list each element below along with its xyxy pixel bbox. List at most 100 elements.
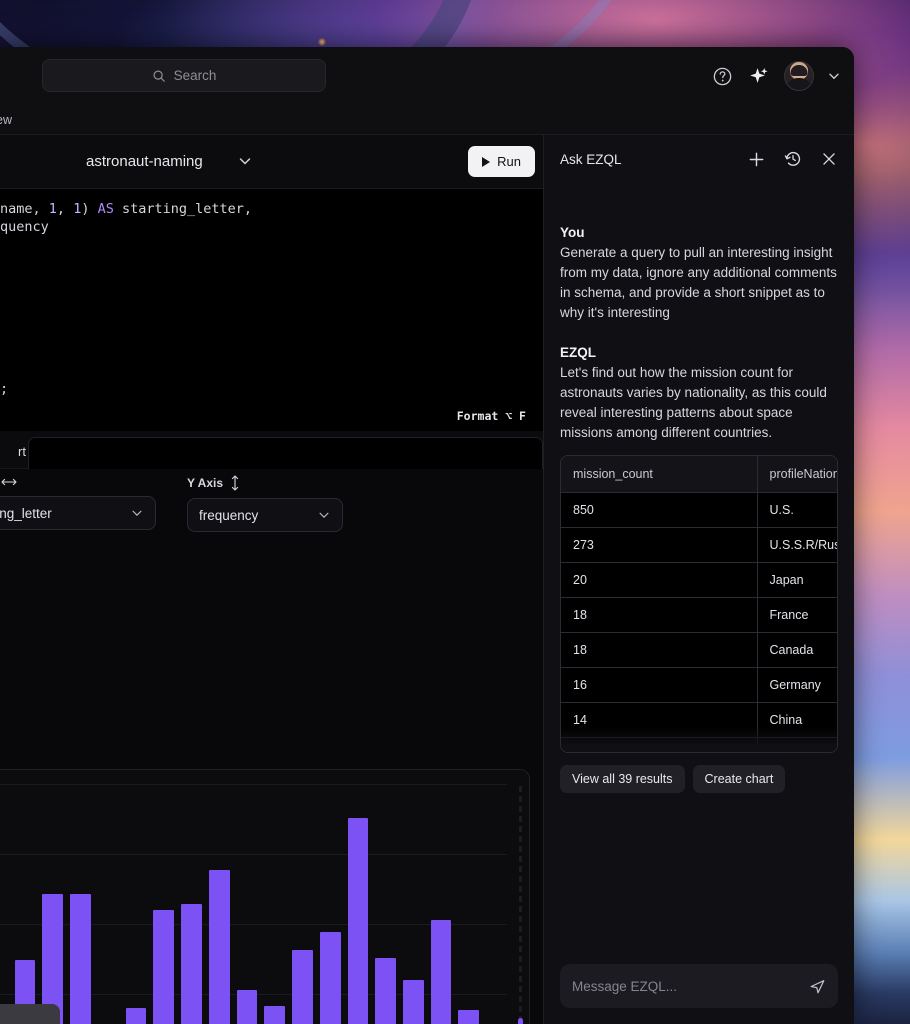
search-input[interactable]: Search bbox=[42, 59, 326, 92]
run-button[interactable]: Run bbox=[468, 146, 535, 177]
document-chevron-down-icon[interactable] bbox=[237, 153, 253, 169]
bar-column[interactable] bbox=[320, 784, 341, 1024]
table-row[interactable]: 18France bbox=[561, 598, 838, 633]
bar[interactable] bbox=[431, 920, 452, 1024]
cell-mission-count: 14 bbox=[561, 703, 757, 738]
bar[interactable] bbox=[70, 894, 91, 1024]
send-icon[interactable] bbox=[809, 978, 826, 995]
table-row[interactable]: 12Italy bbox=[561, 738, 838, 754]
table-row[interactable]: 20Japan bbox=[561, 563, 838, 598]
sparkle-icon[interactable] bbox=[747, 65, 770, 88]
cell-mission-count: 18 bbox=[561, 598, 757, 633]
bar-column[interactable] bbox=[15, 784, 36, 1024]
cell-mission-count: 12 bbox=[561, 738, 757, 754]
table-row[interactable]: 14China bbox=[561, 703, 838, 738]
chart-scrollbar-thumb[interactable] bbox=[518, 1018, 523, 1024]
code-line bbox=[0, 255, 543, 273]
avatar[interactable] bbox=[784, 61, 814, 91]
result-table-body: 850U.S.273U.S.S.R/Russ20Japan18France18C… bbox=[561, 493, 838, 754]
cell-mission-count: 850 bbox=[561, 493, 757, 528]
search-placeholder: Search bbox=[174, 68, 217, 83]
bar[interactable] bbox=[458, 1010, 479, 1024]
create-chart-button[interactable]: Create chart bbox=[693, 765, 786, 793]
bar-column[interactable] bbox=[264, 784, 285, 1024]
main-area: astronaut-naming Run name, 1, 1) AS star… bbox=[0, 135, 854, 1024]
bar-column[interactable] bbox=[237, 784, 258, 1024]
bar-column[interactable] bbox=[292, 784, 313, 1024]
table-row[interactable]: 273U.S.S.R/Russ bbox=[561, 528, 838, 563]
cell-profile-nation: Germany bbox=[757, 668, 838, 703]
bar[interactable] bbox=[153, 910, 174, 1024]
y-axis-label-row: Y Axis bbox=[187, 475, 343, 491]
history-clock-icon[interactable] bbox=[784, 150, 802, 168]
sql-code-editor[interactable]: name, 1, 1) AS starting_letter, quency ;… bbox=[0, 189, 543, 431]
bar-column[interactable] bbox=[70, 784, 91, 1024]
cell-profile-nation: U.S. bbox=[757, 493, 838, 528]
bar[interactable] bbox=[264, 1006, 285, 1024]
table-row[interactable]: 850U.S. bbox=[561, 493, 838, 528]
cell-profile-nation: France bbox=[757, 598, 838, 633]
bar[interactable] bbox=[320, 932, 341, 1024]
x-axis-value: starting_letter bbox=[0, 506, 52, 521]
bar-column[interactable] bbox=[348, 784, 369, 1024]
message-placeholder: Message EZQL... bbox=[572, 979, 677, 994]
chat-composer: Message EZQL... bbox=[544, 952, 854, 1024]
bar[interactable] bbox=[237, 990, 258, 1024]
bar-column[interactable] bbox=[458, 784, 479, 1024]
bar-column[interactable] bbox=[375, 784, 396, 1024]
bar-column[interactable] bbox=[98, 784, 119, 1024]
chevron-down-icon[interactable] bbox=[828, 70, 840, 82]
browser-toolbar: Search bbox=[0, 47, 854, 105]
message-input[interactable]: Message EZQL... bbox=[560, 964, 838, 1008]
tab-chart[interactable]: rt bbox=[0, 434, 30, 468]
tab-label-clipped[interactable]: ew bbox=[0, 113, 12, 127]
column-header-profile-nation: profileNation bbox=[757, 456, 838, 493]
cell-mission-count: 18 bbox=[561, 633, 757, 668]
bar-column[interactable] bbox=[181, 784, 202, 1024]
bar[interactable] bbox=[181, 904, 202, 1024]
bar[interactable] bbox=[126, 1008, 147, 1024]
chevron-down-icon bbox=[130, 506, 144, 520]
cell-profile-nation: Canada bbox=[757, 633, 838, 668]
y-axis-select[interactable]: frequency bbox=[187, 498, 343, 532]
result-table[interactable]: mission_count profileNation 850U.S.273U.… bbox=[560, 455, 838, 753]
wallpaper-spark bbox=[318, 38, 326, 46]
table-row[interactable]: 18Canada bbox=[561, 633, 838, 668]
code-line: name, 1, 1) AS starting_letter, bbox=[0, 201, 543, 219]
page-title: astronaut-naming bbox=[86, 153, 203, 170]
message-role: EZQL bbox=[560, 345, 838, 360]
vertical-arrows-icon bbox=[230, 475, 240, 491]
bar-column[interactable] bbox=[209, 784, 230, 1024]
bar[interactable] bbox=[375, 958, 396, 1024]
help-circle-icon[interactable] bbox=[712, 66, 733, 87]
format-shortcut-hint[interactable]: Format ⌥ F bbox=[457, 409, 526, 423]
bar-column[interactable] bbox=[403, 784, 424, 1024]
bar[interactable] bbox=[403, 980, 424, 1024]
code-line: quency bbox=[0, 219, 543, 237]
cell-mission-count: 16 bbox=[561, 668, 757, 703]
cell-profile-nation: China bbox=[757, 703, 838, 738]
chevron-down-icon bbox=[317, 508, 331, 522]
bar[interactable] bbox=[348, 818, 369, 1024]
bar[interactable] bbox=[209, 870, 230, 1024]
cell-profile-nation: Italy bbox=[757, 738, 838, 754]
bar-column[interactable] bbox=[126, 784, 147, 1024]
code-line bbox=[0, 273, 543, 291]
chat-message-assistant: EZQL Let's find out how the mission coun… bbox=[560, 345, 838, 793]
bar-column[interactable] bbox=[0, 784, 8, 1024]
bar-column[interactable] bbox=[486, 784, 507, 1024]
chart-scrollbar-track[interactable] bbox=[519, 786, 522, 1024]
close-icon[interactable] bbox=[820, 150, 838, 168]
view-all-results-button[interactable]: View all 39 results bbox=[560, 765, 685, 793]
bar[interactable] bbox=[292, 950, 313, 1024]
chart-card: EFGHIJKLMNOPRSTVWYZ bbox=[0, 769, 530, 1024]
table-row[interactable]: 16Germany bbox=[561, 668, 838, 703]
bar-column[interactable] bbox=[431, 784, 452, 1024]
bar-column[interactable] bbox=[42, 784, 63, 1024]
plus-icon[interactable] bbox=[747, 150, 766, 169]
toolbar-actions bbox=[712, 47, 840, 105]
play-icon bbox=[482, 157, 490, 167]
x-axis-select[interactable]: starting_letter bbox=[0, 496, 156, 530]
status-pill[interactable] bbox=[0, 1004, 60, 1024]
bar-column[interactable] bbox=[153, 784, 174, 1024]
